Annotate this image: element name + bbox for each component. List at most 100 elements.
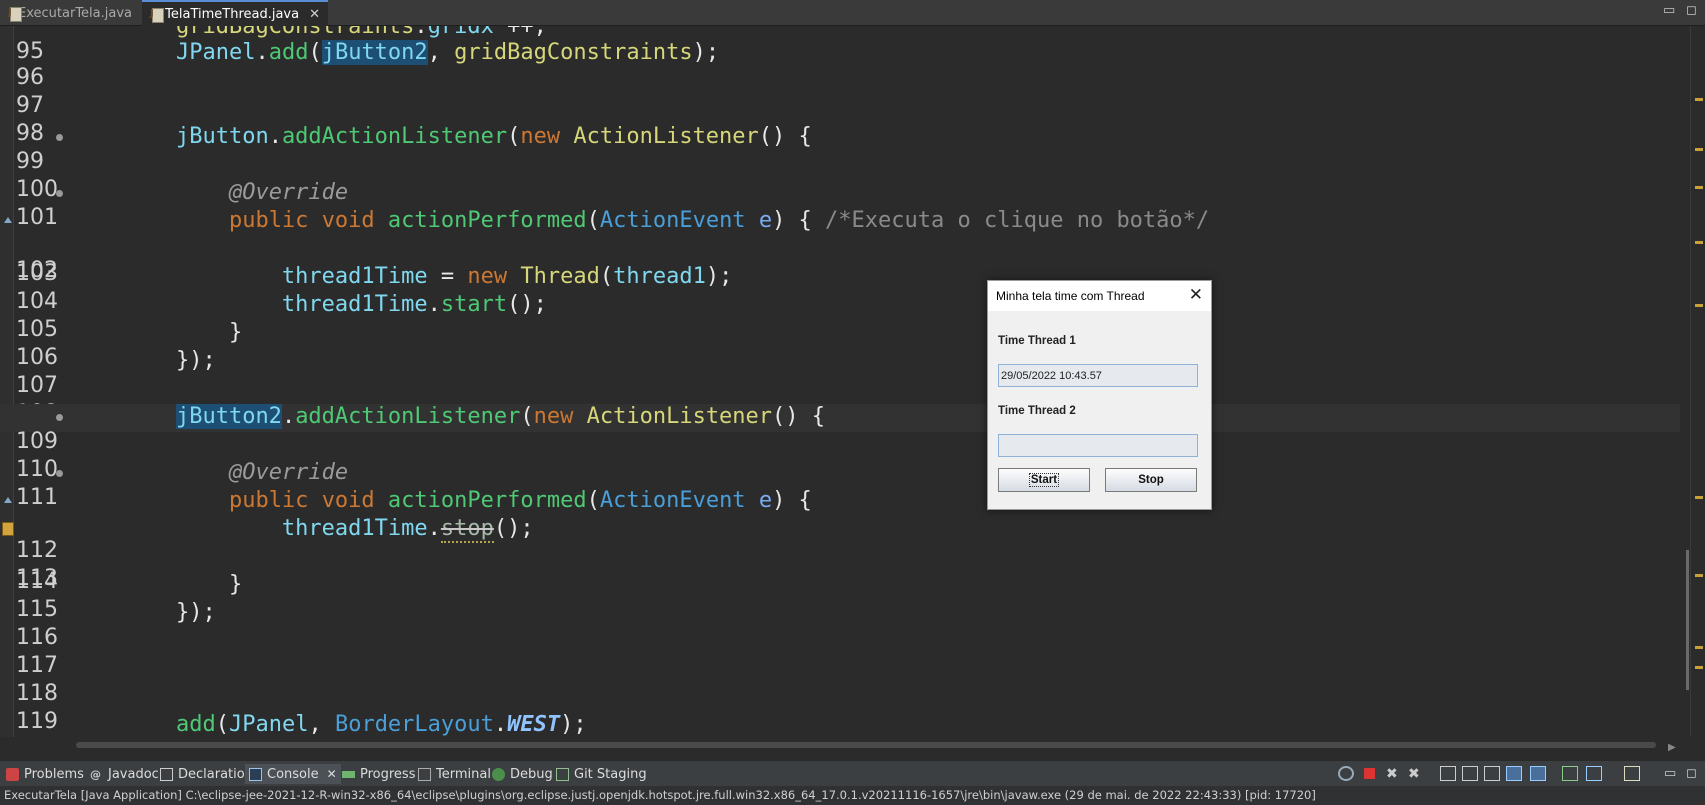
tab-telatimethread[interactable]: TelaTimeThread.java ✕ [142,0,328,26]
remove-launch-icon[interactable]: ✖ [1386,766,1402,782]
terminate-icon[interactable] [1364,768,1375,779]
override-marker-icon [4,217,12,223]
code-line: 119 [0,684,1680,734]
horizontal-scrollbar[interactable] [64,738,1676,752]
code-text: public void actionPerformed(ActionEvent … [228,488,812,513]
start-button[interactable]: Start [998,468,1090,492]
stop-button[interactable]: Stop [1105,468,1197,492]
close-icon[interactable]: ✕ [327,767,337,781]
code-editor[interactable]: 95 gridBagConstraints.gridx ++; 96 JPane… [0,26,1690,737]
close-icon[interactable]: ✕ [1189,285,1203,305]
tab-console[interactable]: Console ✕ [245,764,341,784]
scroll-right-icon[interactable]: ▶ [1668,742,1676,753]
fold-marker-icon[interactable] [56,414,63,421]
fold-marker-icon[interactable] [56,470,63,477]
tab-label: Problems [24,766,84,782]
tab-label: Terminal [436,766,491,782]
fold-marker-icon[interactable] [56,190,63,197]
display-console-icon[interactable] [1586,766,1602,781]
time-thread-2-label: Time Thread 2 [998,405,1076,417]
code-line: 99 jButton.addActionListener(new ActionL… [0,124,1680,174]
code-text: JPanel.add(jButton2, gridBagConstraints)… [175,40,720,65]
maximize-icon[interactable]: ◻ [1686,766,1702,781]
code-text: public void actionPerformed(ActionEvent … [228,208,1210,233]
code-text: }); [70,348,216,373]
ruler-marker[interactable] [1695,304,1703,307]
ruler-marker[interactable] [1695,646,1703,649]
swing-dialog: Minha tela time com Thread ✕ Time Thread… [987,280,1212,510]
ruler-marker[interactable] [1695,496,1703,499]
terminal-icon [418,767,431,781]
open-console-icon[interactable] [1624,766,1640,781]
code-line: 118 [0,656,1680,706]
code-text: thread1Time.stop(); [281,516,534,543]
tab-label: Declaration [178,766,253,782]
code-line: 113 thread1Time.stop(); [0,516,1680,591]
code-text: } [70,320,243,345]
code-text: gridBagConstraints.gridx ++; [175,26,547,39]
editor-tab-bar: ExecutarTela.java TelaTimeThread.java ✕ … [0,0,1705,26]
ruler-marker[interactable] [1695,574,1703,577]
code-text: @Override [228,460,349,485]
ruler-marker[interactable] [1695,666,1703,669]
show-stdout-icon[interactable] [1506,766,1522,781]
tab-javadoc[interactable]: @ Javadoc [90,764,159,784]
code-line: 112 public void actionPerformed(ActionEv… [0,488,1680,563]
code-text: thread1Time = new Thread(thread1); [281,264,733,289]
views-tab-bar: Problems @ Javadoc Declaration Console ✕… [0,760,1705,786]
tab-problems[interactable]: Problems [6,764,84,784]
fold-marker-icon[interactable] [56,134,63,141]
code-line: 117 [0,628,1680,678]
tab-progress[interactable]: Progress [342,764,415,784]
code-text: @Override [228,180,349,205]
code-line: 120 add(JPanel, BorderLayout.WEST); [0,712,1680,737]
code-line: 115 } [0,572,1680,622]
java-file-icon [150,7,165,23]
scroll-thumb[interactable] [76,742,1656,748]
problems-icon [6,767,19,781]
code-line: 96 JPanel.add(jButton2, gridBagConstrain… [0,40,1680,90]
ruler-marker[interactable] [1695,98,1703,101]
tab-label: Debug [510,766,553,782]
close-icon[interactable]: ✕ [309,7,320,22]
tab-terminal[interactable]: Terminal [418,764,491,784]
console-status-line: ExecutarTela [Java Application] C:\eclip… [0,786,1705,805]
tab-label: Console [267,766,319,782]
current-code-line: 109 jButton2.addActionListener(new Actio… [0,404,1680,454]
word-wrap-icon[interactable] [1484,766,1500,781]
code-text: add(JPanel, BorderLayout.WEST); [175,712,587,737]
ruler-marker[interactable] [1695,186,1703,189]
maximize-icon[interactable]: ◻ [1686,3,1697,18]
code-line: 101 @Override [0,180,1680,230]
ruler-marker[interactable] [1695,241,1703,244]
tab-label: TelaTimeThread.java [165,6,300,22]
pin-console-icon[interactable] [1562,766,1578,781]
refresh-icon[interactable] [1338,766,1354,781]
tab-label: Javadoc [108,766,159,782]
console-icon [249,767,262,781]
remove-all-icon[interactable]: ✖ [1408,766,1424,782]
minimize-icon[interactable]: ▭ [1664,766,1680,781]
code-line: 105 thread1Time.start(); [0,292,1680,342]
tab-label: ExecutarTela.java [18,5,132,21]
minimize-icon[interactable]: ▭ [1663,3,1675,18]
code-text: } [70,572,243,597]
tab-debug[interactable]: Debug [492,764,553,784]
dialog-title: Minha tela time com Thread [996,289,1145,303]
time-thread-2-field[interactable] [998,434,1198,457]
clear-console-icon[interactable] [1440,766,1456,781]
javadoc-icon: @ [90,767,101,781]
tab-declaration[interactable]: Declaration [160,764,253,784]
overview-ruler[interactable] [1690,26,1705,737]
ruler-marker[interactable] [1695,148,1703,151]
show-stderr-icon[interactable] [1530,766,1546,781]
code-line: 116 }); [0,600,1680,650]
code-line: 110 [0,432,1680,482]
vertical-scrollbar[interactable] [1686,550,1689,690]
scroll-lock-icon[interactable] [1462,766,1478,781]
tab-executartela[interactable]: ExecutarTela.java [0,0,140,26]
time-thread-1-field[interactable]: 29/05/2022 10:43.57 [998,364,1198,387]
tab-git-staging[interactable]: Git Staging [556,764,647,784]
warning-marker-icon[interactable] [2,522,14,536]
dialog-title-bar[interactable]: Minha tela time com Thread ✕ [988,281,1211,311]
